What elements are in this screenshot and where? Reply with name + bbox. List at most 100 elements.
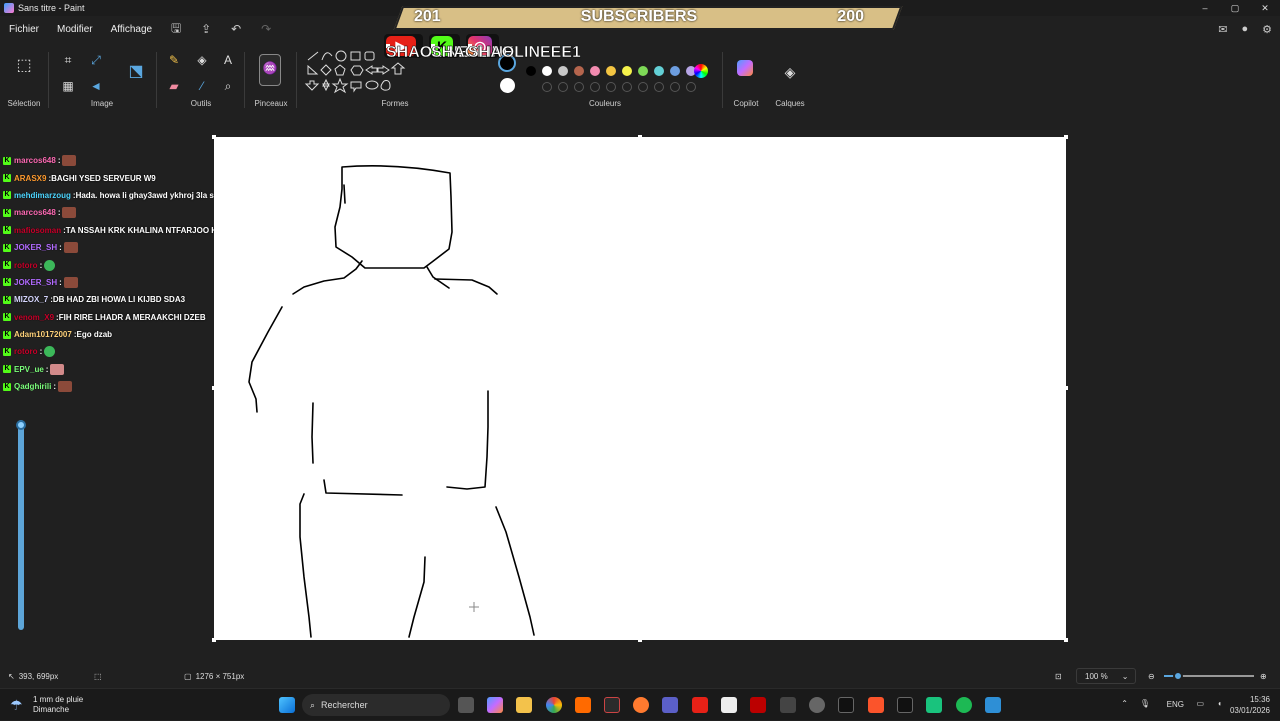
- eraser-icon[interactable]: ▰: [166, 78, 182, 94]
- chat-separator: :: [39, 260, 43, 270]
- spotify-icon[interactable]: [956, 697, 972, 713]
- chrome-icon[interactable]: [546, 697, 562, 713]
- start-icon[interactable]: [279, 697, 295, 713]
- crop-icon[interactable]: ⌗: [60, 52, 76, 68]
- menu-affichage[interactable]: Affichage: [102, 24, 162, 35]
- maximize-button[interactable]: ▢: [1220, 0, 1250, 16]
- empty-color-slot[interactable]: [558, 82, 568, 92]
- empty-color-slot[interactable]: [574, 82, 584, 92]
- rotate-icon[interactable]: ◄: [88, 78, 104, 94]
- resize-handle[interactable]: [638, 638, 642, 642]
- text-icon[interactable]: A: [220, 52, 236, 68]
- file-explorer-icon[interactable]: [516, 697, 532, 713]
- youtube-taskbar-icon[interactable]: [692, 697, 708, 713]
- redo-icon[interactable]: ↷: [251, 22, 281, 36]
- app-icon[interactable]: [721, 697, 737, 713]
- resize-handle[interactable]: [1064, 638, 1068, 642]
- tray-chevron-icon[interactable]: ⌃: [1121, 699, 1128, 708]
- empty-color-slot[interactable]: [670, 82, 680, 92]
- color-swatch[interactable]: [590, 66, 600, 76]
- magnifier-icon[interactable]: ⌕: [220, 78, 236, 94]
- share-icon[interactable]: ⇪: [191, 22, 221, 36]
- task-view-icon[interactable]: [458, 697, 474, 713]
- app-icon[interactable]: [926, 697, 942, 713]
- settings-icon[interactable]: ⚙: [1262, 23, 1272, 36]
- paint-taskbar-icon[interactable]: [985, 697, 1001, 713]
- app-icon[interactable]: [809, 697, 825, 713]
- resize-handle[interactable]: [212, 386, 216, 390]
- empty-color-slot[interactable]: [686, 82, 696, 92]
- select-all-icon[interactable]: ▦: [60, 78, 76, 94]
- drawing-canvas[interactable]: [214, 137, 1066, 640]
- fill-icon[interactable]: ◈: [194, 52, 210, 68]
- resize-handle[interactable]: [1064, 386, 1068, 390]
- app-icon[interactable]: [604, 697, 620, 713]
- brave-icon[interactable]: [868, 697, 884, 713]
- taskbar-search[interactable]: ⌕ Rechercher: [302, 694, 450, 716]
- color-swatch[interactable]: [638, 66, 648, 76]
- app-icon[interactable]: [780, 697, 796, 713]
- empty-color-slot[interactable]: [606, 82, 616, 92]
- drawing-left-shoulder: [292, 260, 363, 295]
- layers-icon[interactable]: ◈: [782, 64, 798, 80]
- empty-color-slot[interactable]: [542, 82, 552, 92]
- secondary-color[interactable]: [500, 78, 515, 93]
- color-swatch[interactable]: [654, 66, 664, 76]
- undo-icon[interactable]: ↶: [221, 22, 251, 36]
- chat-username: mehdimarzoug: [14, 190, 71, 200]
- empty-color-slot[interactable]: [590, 82, 600, 92]
- color-picker-icon[interactable]: ⁄: [194, 78, 210, 94]
- color-swatch[interactable]: [622, 66, 632, 76]
- account-icon[interactable]: ●: [1241, 23, 1248, 36]
- xm-icon[interactable]: [838, 697, 854, 713]
- save-icon[interactable]: 🖫: [161, 19, 191, 40]
- clock-time: 15:36: [1249, 695, 1270, 704]
- menu-modifier[interactable]: Modifier: [48, 24, 102, 35]
- netflix-icon[interactable]: [750, 697, 766, 713]
- resize-handle[interactable]: [212, 135, 216, 139]
- zoom-in-icon[interactable]: ⊕: [1260, 672, 1267, 681]
- color-swatch[interactable]: [526, 66, 536, 76]
- firefox-icon[interactable]: [633, 697, 649, 713]
- feedback-icon[interactable]: ✉: [1218, 23, 1227, 36]
- empty-color-slot[interactable]: [622, 82, 632, 92]
- image-tool-icon[interactable]: ⬔: [128, 64, 144, 80]
- edit-colors-icon[interactable]: [694, 64, 708, 78]
- weather-icon[interactable]: ☂: [10, 697, 23, 714]
- menu-fichier[interactable]: Fichier: [0, 24, 48, 35]
- empty-color-slot[interactable]: [638, 82, 648, 92]
- volume-icon[interactable]: ◖: [1217, 699, 1222, 708]
- color-swatch[interactable]: [606, 66, 616, 76]
- resize-handle[interactable]: [1064, 135, 1068, 139]
- clock[interactable]: 15:36 03/01/2026: [1230, 694, 1270, 716]
- color-swatch[interactable]: [542, 66, 552, 76]
- color-swatch[interactable]: [574, 66, 584, 76]
- zoom-out-icon[interactable]: ⊖: [1148, 672, 1155, 681]
- teams-icon[interactable]: [662, 697, 678, 713]
- empty-color-slot[interactable]: [654, 82, 664, 92]
- search-placeholder: Rechercher: [321, 700, 368, 710]
- language-indicator[interactable]: ENG: [1167, 700, 1184, 709]
- divider: [156, 52, 157, 108]
- resize-handle[interactable]: [638, 135, 642, 139]
- chat-scroll-track[interactable]: [18, 420, 24, 630]
- zoom-select[interactable]: 100 % ⌄: [1076, 668, 1136, 684]
- minimize-button[interactable]: –: [1190, 0, 1220, 16]
- resize-icon[interactable]: ⤢: [88, 52, 104, 68]
- fit-to-window-icon[interactable]: ⊡: [1055, 672, 1062, 681]
- network-icon[interactable]: ▭: [1196, 699, 1204, 708]
- color-swatch[interactable]: [558, 66, 568, 76]
- resize-handle[interactable]: [212, 638, 216, 642]
- color-swatch[interactable]: [670, 66, 680, 76]
- youtube-handle-name: SHAOLINE: [386, 44, 469, 62]
- copilot-taskbar-icon[interactable]: [487, 697, 503, 713]
- chat-scroll-thumb[interactable]: [16, 420, 26, 430]
- tradingview-icon[interactable]: [897, 697, 913, 713]
- weather-widget[interactable]: 1 mm de pluie Dimanche: [33, 695, 83, 715]
- close-button[interactable]: ✕: [1250, 0, 1280, 16]
- pencil-icon[interactable]: ✎: [166, 52, 182, 68]
- copilot-icon[interactable]: [737, 60, 753, 76]
- microphone-icon[interactable]: 🎙: [1140, 699, 1150, 708]
- vlc-icon[interactable]: [575, 697, 591, 713]
- selection-icon[interactable]: ⬚: [16, 58, 32, 74]
